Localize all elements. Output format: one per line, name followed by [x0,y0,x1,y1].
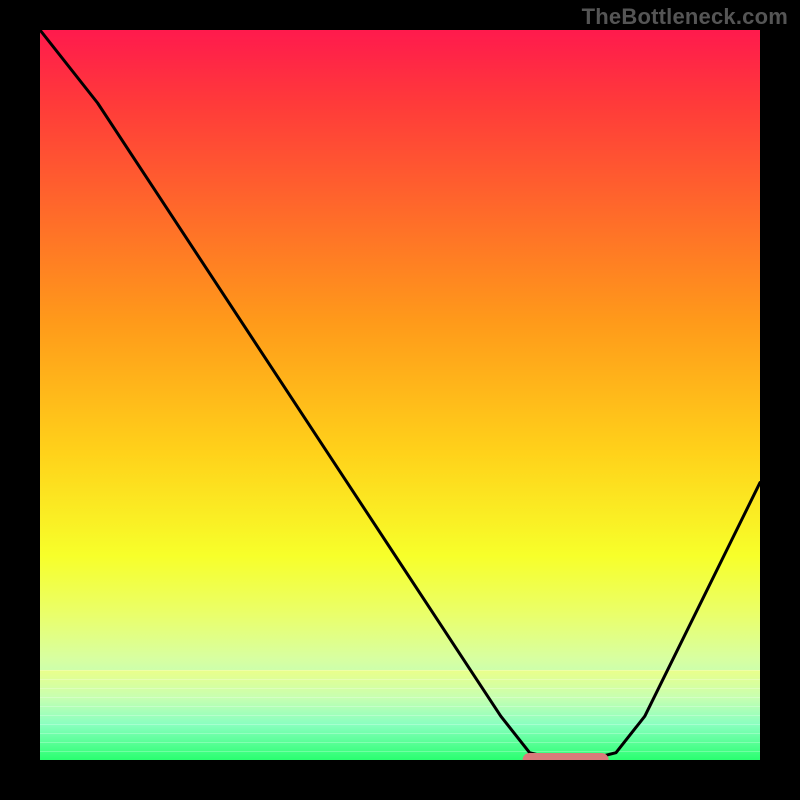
bottleneck-curve [40,30,760,760]
attribution-text: TheBottleneck.com [582,4,788,30]
curve-layer [40,30,760,760]
chart-frame: TheBottleneck.com [0,0,800,800]
plot-area [40,30,760,760]
